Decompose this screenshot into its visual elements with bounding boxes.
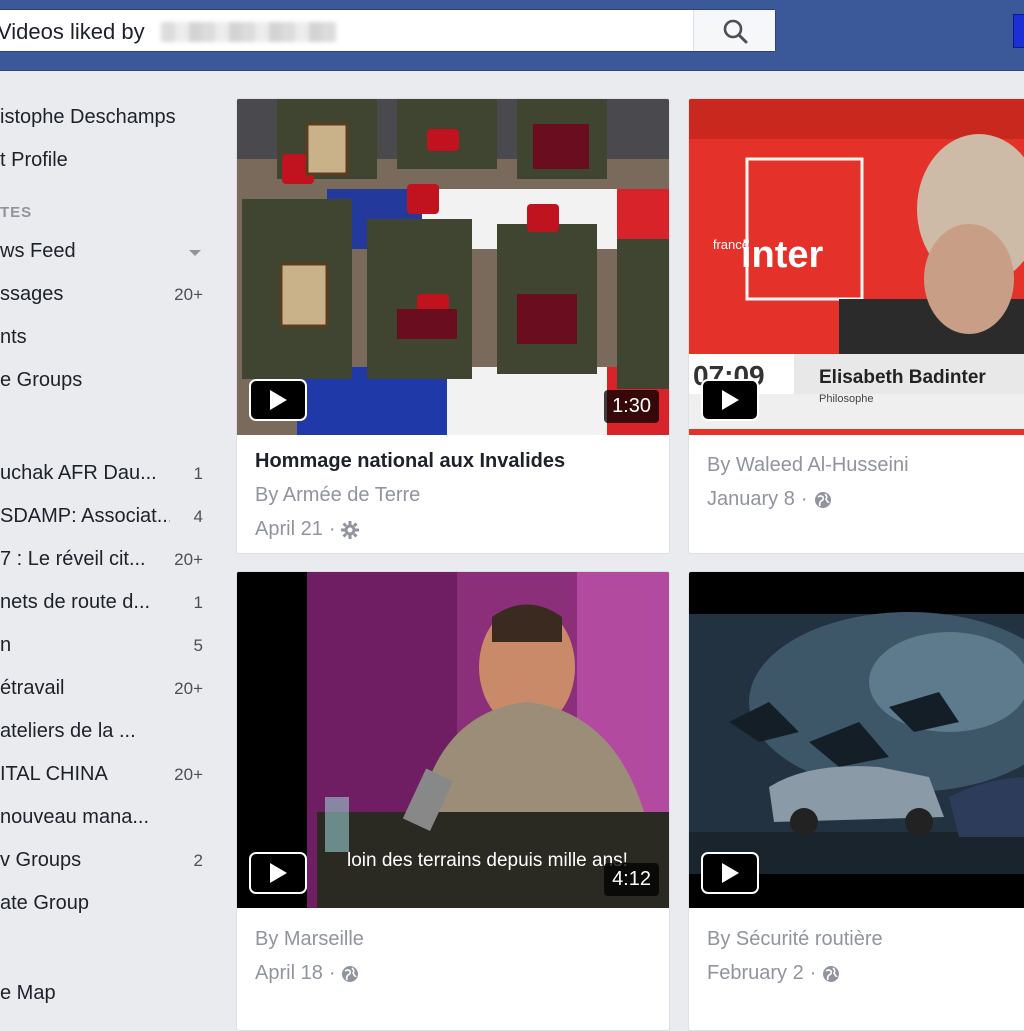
sidebar-group-item[interactable]: nets de route d... 1 <box>0 583 205 623</box>
thumb-guest-role: Philosophe <box>819 393 873 405</box>
video-date: February 2 · <box>707 962 840 985</box>
sidebar-group-item[interactable]: 7 : Le réveil cit... 20+ <box>0 540 205 580</box>
play-icon <box>270 390 287 410</box>
group-label: nouveau mana... <box>0 806 149 828</box>
video-author[interactable]: By Armée de Terre <box>255 484 420 507</box>
sidebar-group-item[interactable]: SDAMP: Associat... 4 <box>0 497 205 537</box>
sidebar-item-map[interactable]: e Map <box>0 974 205 1014</box>
sidebar-group-item[interactable]: nouveau mana... <box>0 798 205 838</box>
search-button[interactable] <box>693 10 775 51</box>
group-label: étravail <box>0 677 65 699</box>
group-label: ITAL CHINA <box>0 763 108 785</box>
redacted-name <box>161 22 337 42</box>
video-date-text: April 21 <box>255 518 323 540</box>
globe-icon <box>342 965 359 982</box>
group-count: 1 <box>193 593 203 612</box>
play-button[interactable] <box>701 379 759 421</box>
chevron-down-icon[interactable] <box>189 250 201 256</box>
video-date-text: April 18 <box>255 962 323 984</box>
thumb-subtitle: loin des terrains depuis mille ans! <box>347 850 628 871</box>
video-duration: 1:30 <box>604 390 659 423</box>
thumb-guest-name: Elisabeth Badinter <box>819 367 986 388</box>
group-label: nets de route d... <box>0 591 151 613</box>
sidebar-item-new-groups[interactable]: v Groups 2 <box>0 841 205 881</box>
group-count: 20+ <box>174 765 203 784</box>
sidebar-edit-profile[interactable]: t Profile <box>0 141 205 181</box>
search-box[interactable]: Videos liked by <box>0 9 776 52</box>
sidebar-item-news-feed[interactable]: ws Feed <box>0 232 205 272</box>
dot-separator: · <box>328 518 336 540</box>
group-count: 20+ <box>174 550 203 569</box>
thumb-brand-logo: inter <box>741 234 824 276</box>
play-icon <box>722 390 739 410</box>
video-thumbnail[interactable]: france inter 07:09 Elisabeth Badinter Ph… <box>689 99 1024 435</box>
sidebar-item-label: e Groups <box>0 369 83 391</box>
globe-icon <box>823 965 840 982</box>
group-label: SDAMP: Associat... <box>0 505 170 527</box>
map-label: e Map <box>0 982 56 1004</box>
video-thumbnail[interactable]: loin des terrains depuis mille ans! 4:12 <box>237 572 669 908</box>
group-label: uchak AFR Dau... <box>0 462 157 484</box>
video-date: January 8 · <box>707 488 832 511</box>
dot-separator: · <box>809 962 817 984</box>
sidebar-group-item[interactable]: ITAL CHINA 20+ <box>0 755 205 795</box>
globe-icon <box>814 491 831 508</box>
sidebar-item-events[interactable]: nts <box>0 318 205 358</box>
sidebar-group-item[interactable]: ateliers de la ... <box>0 712 205 752</box>
play-icon <box>270 863 287 883</box>
search-query-text[interactable]: Videos liked by <box>0 19 145 45</box>
group-count: 1 <box>193 464 203 483</box>
gear-icon <box>341 520 360 539</box>
sidebar-group-item[interactable]: étravail 20+ <box>0 669 205 709</box>
video-author[interactable]: By Sécurité routière <box>707 928 883 951</box>
sidebar-group-item[interactable]: n 5 <box>0 626 205 666</box>
video-card[interactable]: france inter 07:09 Elisabeth Badinter Ph… <box>688 98 1024 554</box>
account-badge[interactable] <box>1013 14 1024 48</box>
sidebar-item-label: nts <box>0 326 27 348</box>
group-count: 2 <box>193 851 203 870</box>
play-icon <box>722 863 739 883</box>
video-duration: 4:12 <box>604 863 659 896</box>
video-thumbnail[interactable]: 1:30 <box>237 99 669 435</box>
group-count: 4 <box>193 507 203 526</box>
sidebar-item-label: ssages <box>0 283 64 305</box>
video-card[interactable]: loin des terrains depuis mille ans! 4:12… <box>236 571 670 1031</box>
group-label: v Groups <box>0 849 82 871</box>
sidebar-item-label: ws Feed <box>0 240 76 262</box>
play-button[interactable] <box>249 379 307 421</box>
video-date: April 18 · <box>255 962 359 985</box>
video-date-text: January 8 <box>707 488 795 510</box>
edit-profile-label: t Profile <box>0 149 68 171</box>
video-date-text: February 2 <box>707 962 804 984</box>
sidebar-item-count: 20+ <box>174 285 203 304</box>
profile-name: istophe Deschamps <box>0 106 176 128</box>
left-sidebar: istophe Deschamps t Profile TES ws Feed … <box>0 70 215 1024</box>
video-title[interactable]: Hommage national aux Invalides <box>255 450 565 473</box>
sidebar-item-messages[interactable]: ssages 20+ <box>0 275 205 315</box>
sidebar-item-create-group[interactable]: ate Group <box>0 884 205 924</box>
group-label: 7 : Le réveil cit... <box>0 548 146 570</box>
sidebar-profile-link[interactable]: istophe Deschamps <box>0 98 205 138</box>
video-card[interactable]: By Sécurité routière February 2 · <box>688 571 1024 1031</box>
group-label: ate Group <box>0 892 89 914</box>
video-date: April 21 · <box>255 518 360 541</box>
sidebar-item-groups[interactable]: e Groups <box>0 361 205 401</box>
play-button[interactable] <box>249 852 307 894</box>
top-navigation-bar: Videos liked by <box>0 0 1024 71</box>
search-icon <box>723 19 747 43</box>
video-author[interactable]: By Waleed Al-Husseini <box>707 454 909 477</box>
dot-separator: · <box>328 962 336 984</box>
video-author[interactable]: By Marseille <box>255 928 364 951</box>
favorites-heading: TES <box>0 204 33 221</box>
group-label: ateliers de la ... <box>0 720 136 742</box>
dot-separator: · <box>800 488 808 510</box>
group-count: 5 <box>193 636 203 655</box>
video-card[interactable]: 1:30 Hommage national aux Invalides By A… <box>236 98 670 554</box>
group-label: n <box>0 634 12 656</box>
play-button[interactable] <box>701 852 759 894</box>
sidebar-group-item[interactable]: uchak AFR Dau... 1 <box>0 454 205 494</box>
group-count: 20+ <box>174 679 203 698</box>
video-thumbnail[interactable] <box>689 572 1024 908</box>
